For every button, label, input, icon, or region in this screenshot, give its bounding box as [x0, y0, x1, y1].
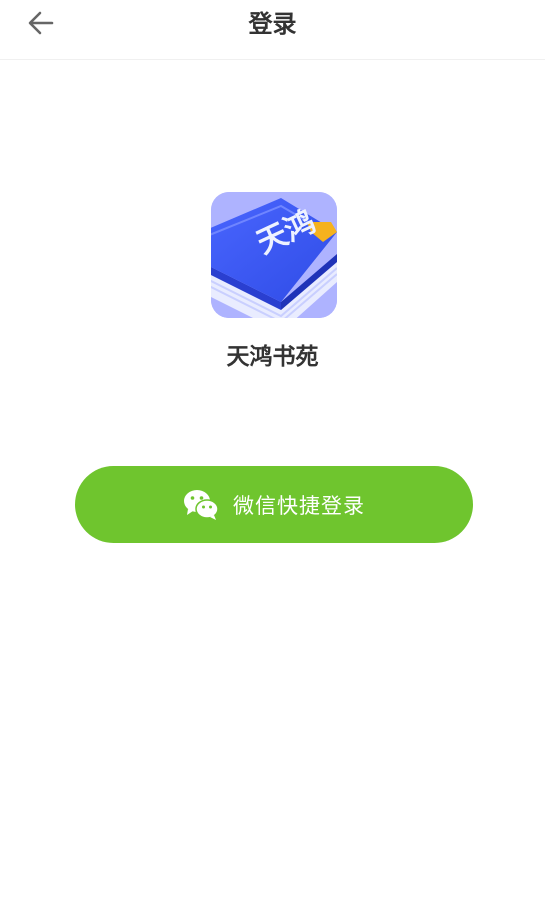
- wechat-login-button[interactable]: 微信快捷登录: [75, 466, 473, 543]
- page-title: 登录: [248, 10, 297, 38]
- wechat-icon: [183, 489, 219, 521]
- app-name: 天鸿书苑: [226, 344, 319, 370]
- top-bar: 登录: [0, 0, 545, 60]
- wechat-login-label: 微信快捷登录: [233, 493, 365, 518]
- app-logo: 天鸿: [211, 192, 337, 318]
- login-page: 登录 天鸿 天鸿书苑 微信快捷登录: [0, 0, 545, 919]
